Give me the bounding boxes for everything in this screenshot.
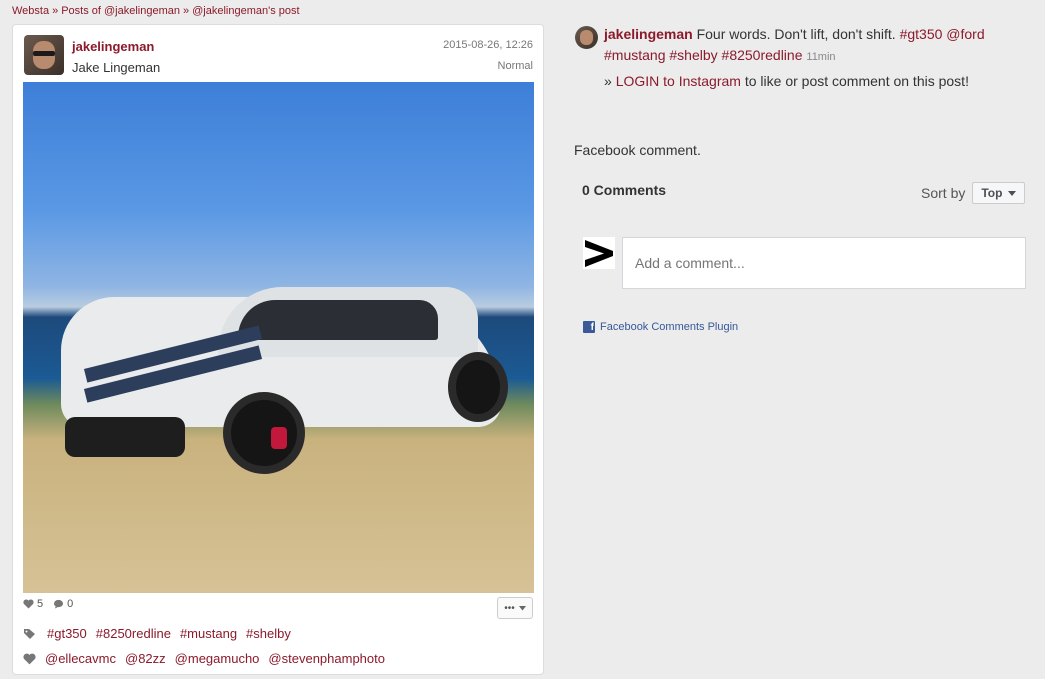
caption-text: Four words. Don't lift, don't shift. [696, 26, 896, 42]
likes-value: 5 [37, 598, 44, 610]
comments-value: 0 [67, 598, 74, 610]
caption-tag-link[interactable]: #mustang [604, 47, 665, 63]
liker-link[interactable]: @ellecavmc [45, 651, 116, 666]
liker-link[interactable]: @82zz [125, 651, 166, 666]
chevron-down-icon [518, 605, 526, 610]
more-options-button[interactable]: ••• [497, 597, 533, 619]
facebook-plugin-label: Facebook Comments Plugin [600, 321, 739, 333]
post-photo[interactable] [23, 82, 534, 593]
avatar-face [580, 30, 593, 45]
tag-icon [24, 628, 35, 639]
car-front-wheel [223, 392, 305, 474]
user-logo-icon [585, 240, 613, 267]
caption-tag-link[interactable]: #gt350 [900, 26, 943, 42]
avatar-glasses [33, 51, 55, 56]
facebook-icon: f [583, 321, 595, 333]
avatar[interactable] [24, 35, 64, 75]
tag-link[interactable]: #mustang [180, 626, 237, 641]
heart-icon [23, 653, 36, 664]
caption-mention-link[interactable]: @ford [946, 26, 984, 42]
sort-label: Sort by [921, 185, 966, 201]
car-brake-caliper [271, 427, 287, 449]
caption-tag-link[interactable]: #shelby [669, 47, 717, 63]
likes-count[interactable]: 5 [23, 598, 43, 610]
caption-username-link[interactable]: jakelingeman [604, 26, 693, 42]
breadcrumb-current-link[interactable]: @jakelingeman's post [192, 5, 299, 17]
login-suffix: to like or post comment on this post! [744, 73, 969, 89]
post-filter: Normal [497, 60, 533, 72]
login-link[interactable]: LOGIN to Instagram [616, 73, 741, 89]
caption-tag-link[interactable]: #8250redline [722, 47, 803, 63]
liker-link[interactable]: @megamucho [175, 651, 260, 666]
post-username-link[interactable]: jakelingeman [72, 39, 154, 54]
chevron-down-icon [1008, 190, 1017, 196]
post-caption: jakelingeman Four words. Don't lift, don… [574, 24, 1034, 92]
post-full-name: Jake Lingeman [72, 60, 161, 75]
facebook-plugin-link[interactable]: f Facebook Comments Plugin [583, 321, 738, 333]
car-grille [65, 417, 185, 457]
breadcrumb: Websta» Posts of @jakelingeman» @jakelinge… [12, 5, 300, 17]
post-stats: 5 0 [23, 598, 73, 610]
comment-count: 0 Comments [582, 182, 667, 198]
comment-icon [54, 599, 64, 609]
breadcrumb-separator: » [52, 5, 59, 17]
sort-control: Sort by Top [921, 182, 1026, 204]
post-card: jakelingeman Jake Lingeman 2015-08-26, 1… [12, 24, 544, 675]
login-notice: » LOGIN to Instagram to like or post com… [604, 71, 1034, 92]
commenter-avatar [583, 237, 615, 269]
sort-select[interactable]: Top [972, 182, 1026, 204]
car-window [238, 300, 438, 340]
caption-avatar[interactable] [575, 26, 598, 49]
comment-input[interactable] [622, 237, 1026, 289]
post-tags: #gt350 #8250redline #mustang #shelby [23, 626, 291, 641]
breadcrumb-home-link[interactable]: Websta [12, 5, 49, 17]
facebook-comments-title: Facebook comment. [574, 142, 701, 158]
breadcrumb-posts-link[interactable]: Posts of @jakelingeman [61, 5, 180, 17]
tag-link[interactable]: #shelby [246, 626, 291, 641]
caption-time-ago: 11min [806, 51, 836, 63]
post-likers: @ellecavmc @82zz @megamucho @stevenphamp… [23, 651, 385, 666]
post-details: jakelingeman Four words. Don't lift, don… [574, 24, 1034, 92]
sort-value: Top [981, 186, 1003, 200]
car-rear-wheel [448, 352, 508, 422]
more-options-label: ••• [504, 602, 515, 614]
heart-icon [23, 599, 34, 609]
tag-link[interactable]: #gt350 [47, 626, 87, 641]
post-date: 2015-08-26, 12:26 [443, 39, 533, 51]
comments-count[interactable]: 0 [53, 598, 73, 610]
breadcrumb-separator: » [183, 5, 190, 17]
login-prefix: » [604, 73, 612, 89]
tag-link[interactable]: #8250redline [96, 626, 171, 641]
liker-link[interactable]: @stevenphamphoto [268, 651, 385, 666]
